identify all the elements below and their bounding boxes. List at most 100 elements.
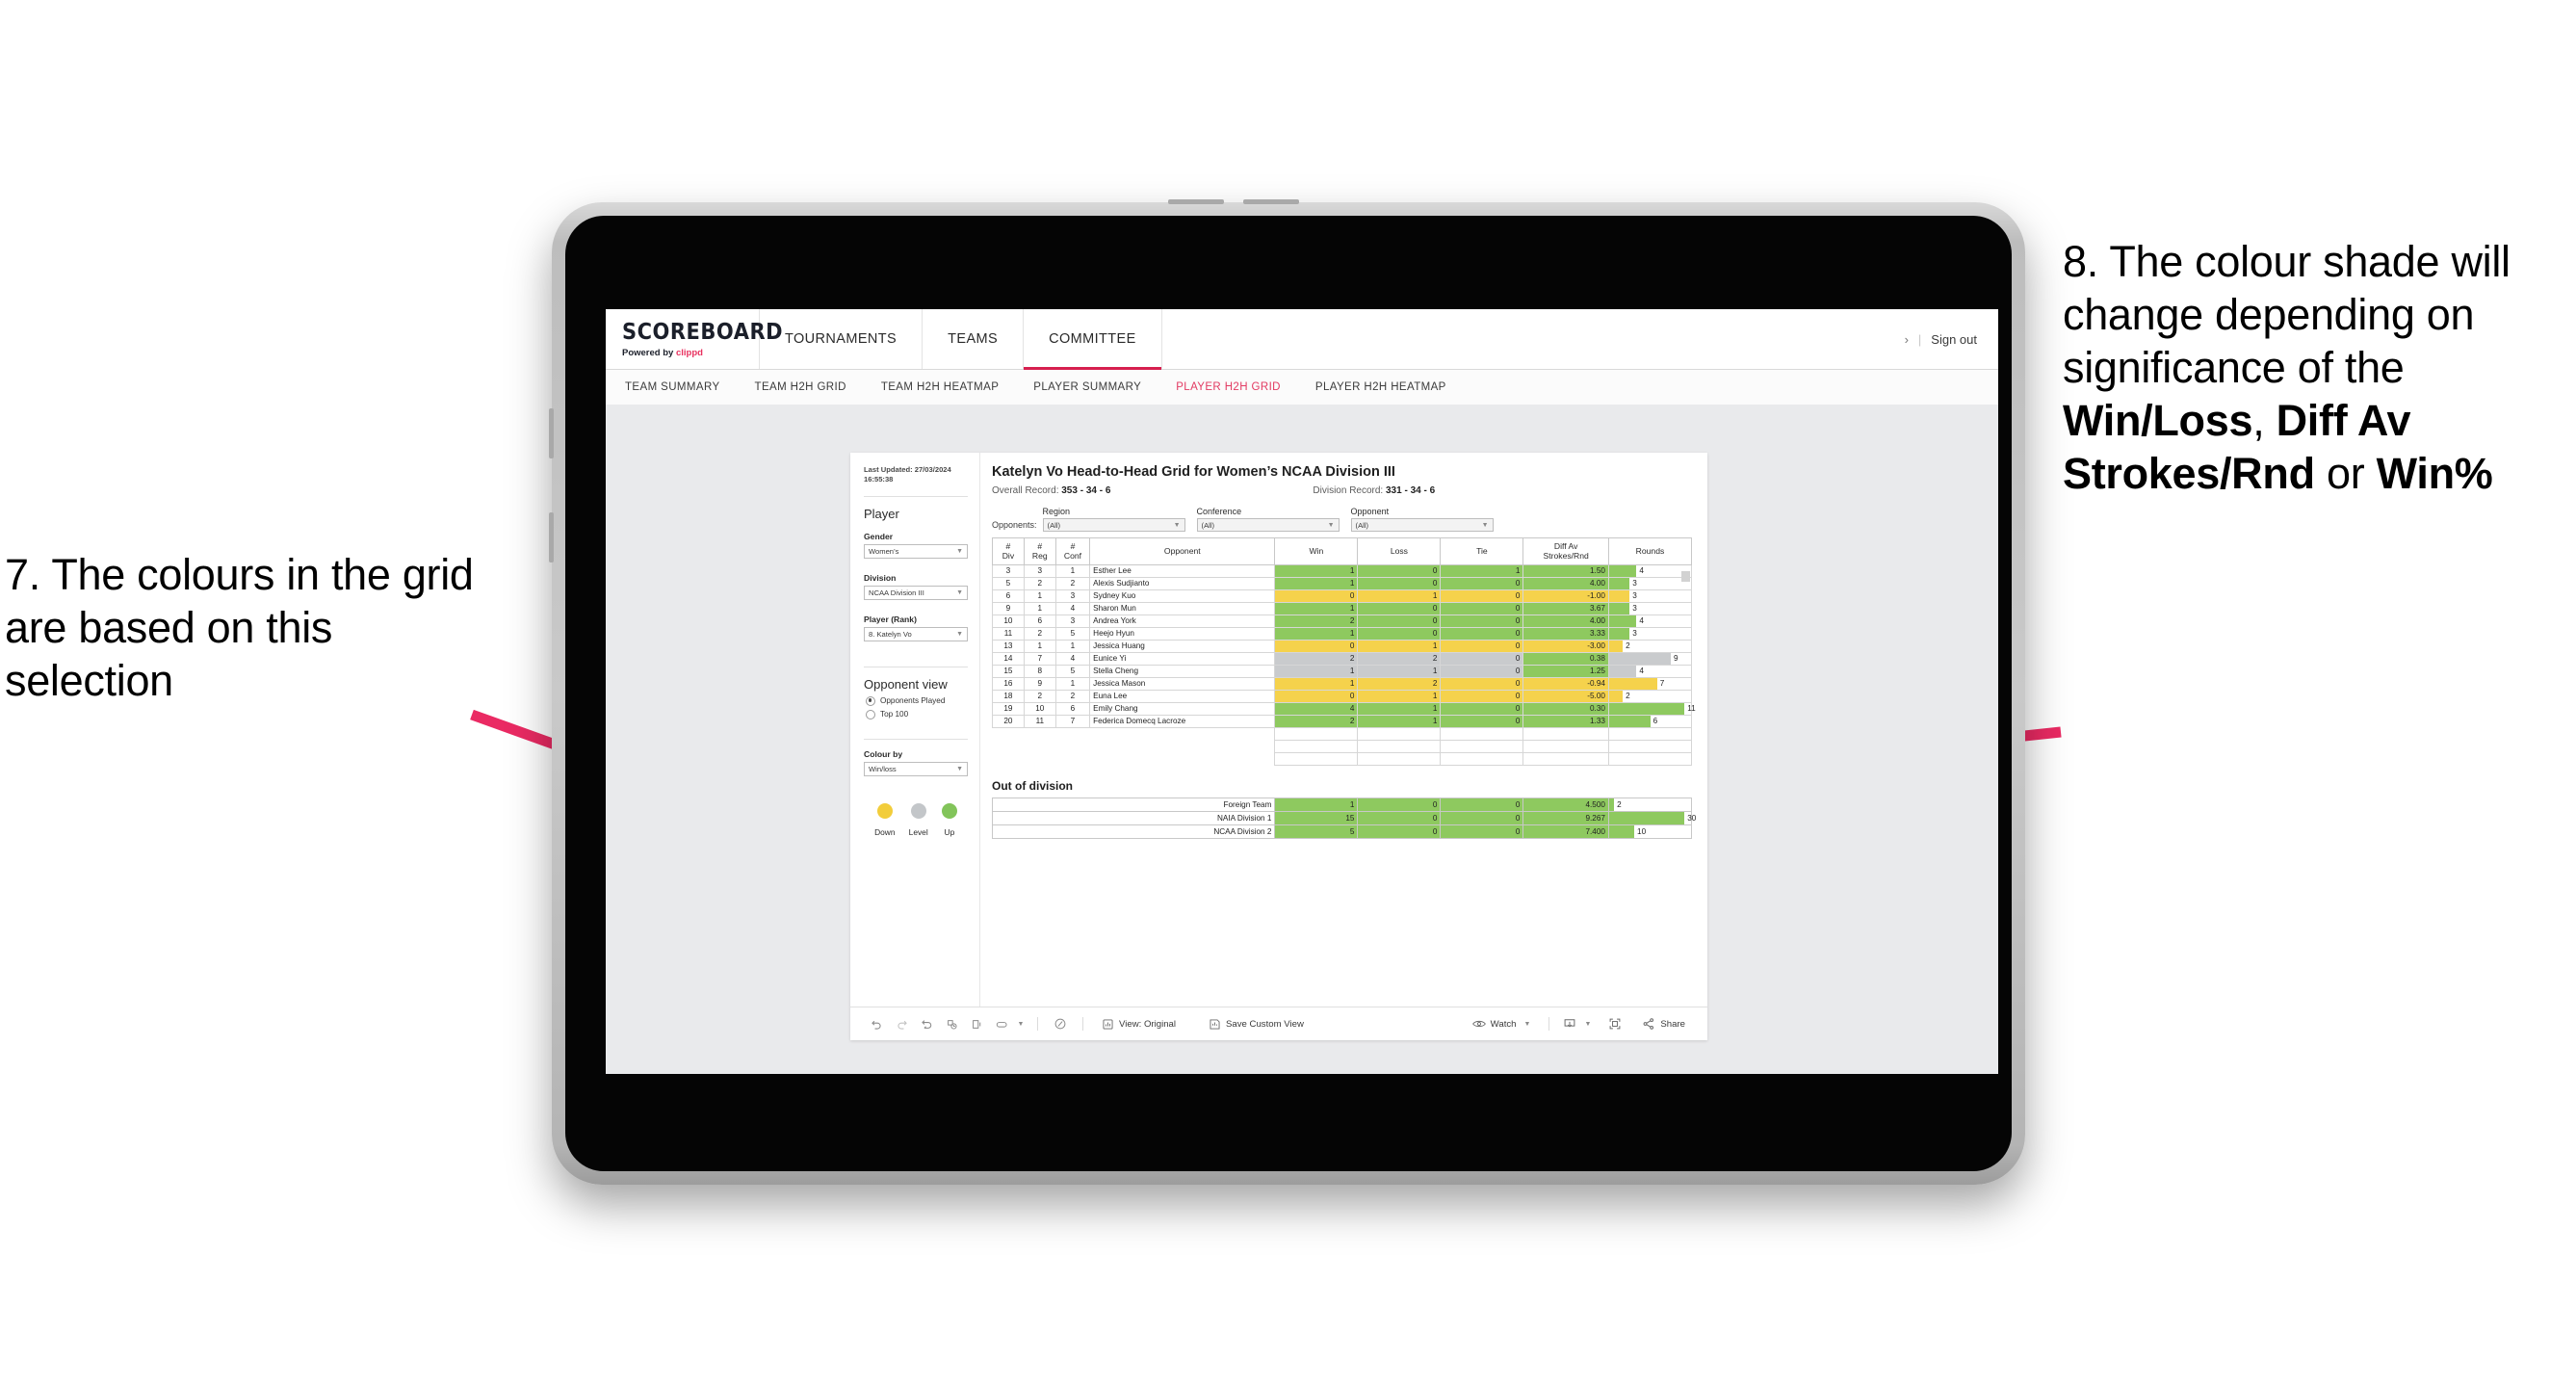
opponent-select[interactable]: (All) ▼ — [1350, 518, 1494, 532]
col-tie[interactable]: Tie — [1440, 537, 1524, 565]
revert-icon[interactable] — [914, 1011, 939, 1036]
shape-caret-icon[interactable]: ▼ — [1014, 1011, 1028, 1036]
cell-loss: 1 — [1357, 664, 1442, 678]
chevron-right-icon[interactable]: › — [1905, 332, 1909, 347]
cell-empty — [1440, 751, 1524, 766]
conference-select[interactable]: (All) ▼ — [1196, 518, 1340, 532]
undo-icon[interactable] — [864, 1011, 889, 1036]
cell-tie: 0 — [1440, 576, 1524, 590]
cell-opponent: Jessica Huang — [1089, 639, 1276, 653]
col-reg[interactable]: # Reg — [1023, 537, 1056, 565]
colour-legend: Down Level Up — [864, 802, 968, 837]
chevron-down-icon: ▼ — [956, 630, 963, 638]
table-row[interactable]: 10 6 3 Andrea York 2 0 0 4.00 4 — [992, 614, 1693, 628]
alerts-icon[interactable] — [1048, 1011, 1073, 1036]
cell-tie: 0 — [1440, 797, 1524, 812]
share-button[interactable]: Share — [1633, 1017, 1694, 1031]
subnav-item-team-h2h-heatmap[interactable]: TEAM H2H HEATMAP — [881, 381, 1020, 393]
rounds-value: 4 — [1639, 566, 1644, 576]
rounds-bar — [1608, 652, 1671, 665]
division-record: Division Record: 331 - 34 - 6 — [1313, 485, 1435, 496]
table-row[interactable]: 16 9 1 Jessica Mason 1 2 0 -0.94 7 — [992, 676, 1693, 691]
cell-loss: 2 — [1357, 651, 1442, 666]
gender-select[interactable]: Women’s ▼ — [864, 543, 968, 559]
fullscreen-icon[interactable] — [1602, 1011, 1627, 1036]
col-diff-av-strokes[interactable]: Diff Av Strokes/Rnd — [1522, 537, 1609, 565]
table-row[interactable]: 19 10 6 Emily Chang 4 1 0 0.30 11 — [992, 701, 1696, 716]
download-button[interactable]: ▼ — [1559, 1017, 1595, 1031]
refresh-data-icon[interactable] — [939, 1011, 964, 1036]
watch-label: Watch — [1490, 1018, 1517, 1030]
topnav-item-tournaments[interactable]: TOURNAMENTS — [760, 309, 924, 369]
colour-by-label: Colour by — [864, 748, 903, 759]
table-row[interactable]: 9 1 4 Sharon Mun 1 0 0 3.67 3 — [992, 601, 1693, 615]
table-row[interactable]: NCAA Division 2 5 0 0 7.400 10 — [991, 824, 1693, 839]
table-row[interactable]: 3 3 1 Esther Lee 1 0 1 1.50 4 — [992, 563, 1693, 582]
radio-opponents-played[interactable]: Opponents Played — [866, 695, 968, 706]
table-row-empty — [993, 751, 1693, 766]
save-custom-view-label: Save Custom View — [1226, 1018, 1304, 1030]
overall-record-value: 353 - 34 - 6 — [1061, 485, 1111, 496]
region-select[interactable]: (All) ▼ — [1042, 518, 1185, 532]
cell-div: 14 — [992, 651, 1025, 666]
colour-by-select[interactable]: Win/loss ▼ — [864, 761, 968, 776]
col-diff-l2: Strokes/Rnd — [1543, 551, 1589, 562]
player-rank-select[interactable]: 8. Katelyn Vo ▼ — [864, 626, 968, 641]
subnav-item-team-h2h-grid[interactable]: TEAM H2H GRID — [755, 381, 868, 393]
cell-group-name: NCAA Division 2 — [991, 824, 1276, 839]
brand-logo[interactable]: SCOREBOARD Powered by clippd — [606, 309, 783, 369]
col-opponent[interactable]: Opponent — [1089, 537, 1276, 565]
shape-icon[interactable] — [989, 1011, 1014, 1036]
dashboard-body: Last Updated: 27/03/2024 16:55:38 Player… — [850, 453, 1707, 1007]
cell-rounds: 4 — [1607, 664, 1693, 678]
pause-updates-icon[interactable] — [964, 1011, 989, 1036]
cell-tie: 0 — [1440, 651, 1524, 666]
col-conf[interactable]: # Conf — [1054, 537, 1091, 565]
col-reg-l1: # — [1037, 541, 1043, 551]
topnav-item-teams[interactable]: TEAMS — [923, 309, 1025, 369]
table-row[interactable]: 13 1 1 Jessica Huang 0 1 0 -3.00 2 — [992, 639, 1693, 653]
radio-top-100[interactable]: Top 100 — [866, 709, 968, 719]
cell-empty — [1274, 751, 1359, 766]
table-row[interactable]: Foreign Team 1 0 0 4.500 2 — [991, 797, 1693, 812]
watch-button[interactable]: Watch ▼ — [1464, 1018, 1540, 1030]
cell-win: 1 — [1274, 626, 1359, 641]
table-row[interactable]: 15 8 5 Stella Cheng 1 1 0 1.25 4 — [992, 664, 1693, 678]
subnav-item-team-summary[interactable]: TEAM SUMMARY — [625, 381, 742, 393]
cell-conf: 1 — [1054, 563, 1091, 578]
cell-div: 10 — [992, 614, 1025, 628]
table-row[interactable]: NAIA Division 1 15 0 0 9.267 30 — [991, 810, 1696, 825]
subnav-item-player-h2h-grid[interactable]: PLAYER H2H GRID — [1176, 381, 1302, 393]
redo-icon[interactable] — [889, 1011, 914, 1036]
cell-group-name: Foreign Team — [991, 797, 1276, 812]
col-win[interactable]: Win — [1274, 537, 1359, 565]
table-row[interactable]: 6 1 3 Sydney Kuo 0 1 0 -1.00 3 — [992, 588, 1693, 603]
chevron-down-icon: ▼ — [956, 588, 963, 596]
sign-out-link[interactable]: Sign out — [1931, 332, 1977, 347]
table-row[interactable]: 18 2 2 Euna Lee 0 1 0 -5.00 2 — [992, 689, 1693, 703]
save-custom-view-button[interactable]: Save Custom View — [1200, 1018, 1313, 1031]
table-row[interactable]: 20 11 7 Federica Domecq Lacroze 2 1 0 1.33 6 — [992, 714, 1693, 728]
gender-value: Women’s — [869, 546, 899, 556]
topnav-item-committee[interactable]: COMMITTEE — [1024, 309, 1162, 370]
subnav-item-player-h2h-heatmap[interactable]: PLAYER H2H HEATMAP — [1315, 381, 1468, 393]
colour-by-value: Win/loss — [869, 764, 897, 773]
table-row[interactable]: 5 2 2 Alexis Sudjianto 1 0 0 4.00 3 — [992, 576, 1693, 590]
col-reg-l2: Reg — [1031, 551, 1048, 562]
cell-tie: 0 — [1440, 601, 1524, 615]
cell-win: 5 — [1274, 824, 1359, 839]
subnav-item-player-summary[interactable]: PLAYER SUMMARY — [1033, 381, 1162, 393]
division-select[interactable]: NCAA Division III ▼ — [864, 585, 968, 600]
rounds-bar — [1608, 811, 1685, 824]
cell-div: 20 — [992, 714, 1025, 728]
topnav-divider: | — [1917, 331, 1922, 347]
col-loss[interactable]: Loss — [1357, 537, 1442, 565]
col-rounds[interactable]: Rounds — [1607, 537, 1693, 565]
bottom-toolbar: ▼ View: Original Save Custom View Watch … — [850, 1007, 1707, 1040]
table-row[interactable]: 11 2 5 Heejo Hyun 1 0 0 3.33 3 — [992, 626, 1693, 641]
col-div[interactable]: # Div — [992, 537, 1025, 565]
rounds-value: 3 — [1632, 579, 1637, 588]
view-original-button[interactable]: View: Original — [1093, 1018, 1184, 1031]
table-row[interactable]: 14 7 4 Eunice Yi 2 2 0 0.38 9 — [992, 651, 1693, 666]
col-conf-l1: # — [1070, 541, 1076, 551]
